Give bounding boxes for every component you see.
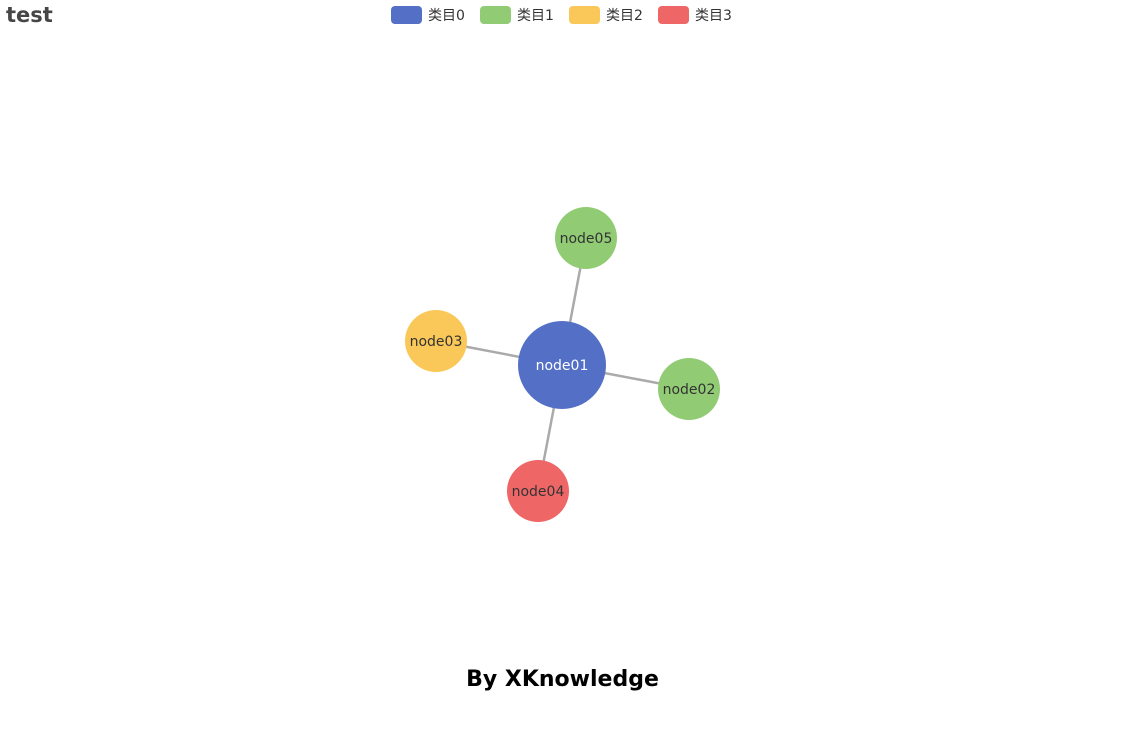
graph-node-node05[interactable]: node05 xyxy=(555,207,617,269)
graph-canvas: node01 node02 node03 node04 node05 xyxy=(405,207,720,522)
graph-node-node01[interactable]: node01 xyxy=(518,321,606,409)
node-label: node03 xyxy=(410,334,463,350)
graph-node-node02[interactable]: node02 xyxy=(658,358,720,420)
graph-node-node04[interactable]: node04 xyxy=(507,460,569,522)
node-label: node05 xyxy=(560,231,613,247)
graph-nodes: node01 node02 node03 node04 node05 xyxy=(405,207,720,522)
footer-credit: By XKnowledge xyxy=(466,667,659,692)
node-label: node04 xyxy=(512,484,565,500)
node-label: node01 xyxy=(536,358,589,374)
node-label: node02 xyxy=(663,382,716,398)
graph-node-node03[interactable]: node03 xyxy=(405,310,467,372)
